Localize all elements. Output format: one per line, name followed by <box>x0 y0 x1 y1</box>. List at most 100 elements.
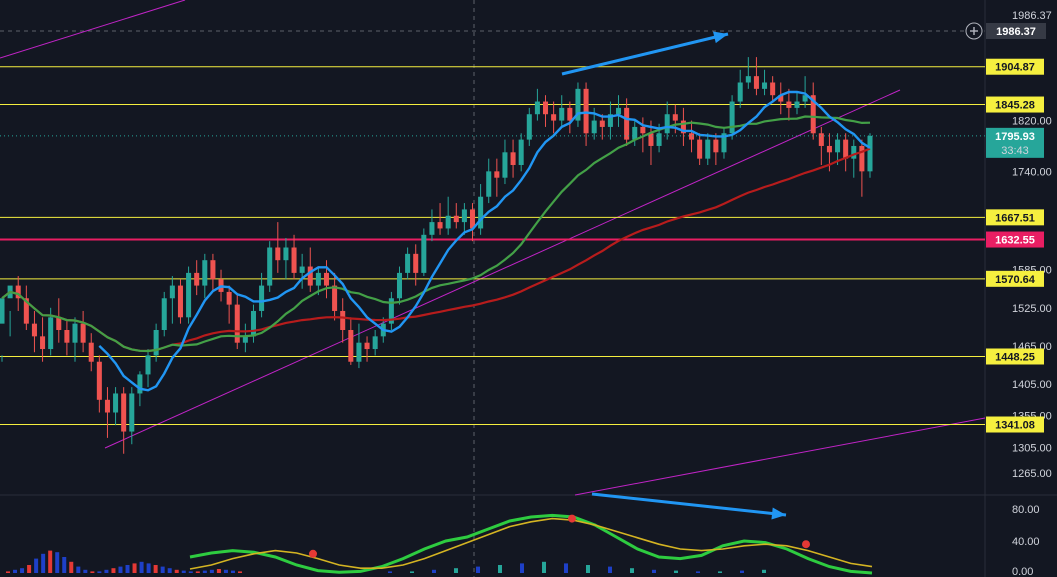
candle-body <box>405 253 411 273</box>
histogram-bar <box>740 570 744 573</box>
histogram-bar <box>586 565 590 573</box>
crossover-marker <box>568 514 576 523</box>
level-label-text: 1341.08 <box>995 420 1035 432</box>
candle-body <box>502 152 508 178</box>
countdown-text: 33:43 <box>1001 145 1029 157</box>
candle-body <box>177 285 183 318</box>
candle-body <box>729 101 735 134</box>
candle-body <box>31 323 37 337</box>
price-tick-label: 1525.00 <box>1012 303 1052 315</box>
histogram-bar <box>216 569 221 573</box>
histogram-bar <box>111 568 116 573</box>
candle-body <box>567 107 573 121</box>
histogram-bar <box>27 565 32 573</box>
candle-body <box>104 399 110 413</box>
candle-body <box>599 120 605 127</box>
candle-body <box>461 209 467 223</box>
histogram-bar <box>520 563 524 573</box>
candle-body <box>551 114 557 121</box>
histogram-bar <box>608 566 612 573</box>
crossover-marker <box>309 549 317 558</box>
histogram-bar <box>69 561 74 573</box>
last-price-text: 1795.93 <box>995 131 1035 143</box>
candle-body <box>583 88 589 134</box>
histogram-bar <box>181 570 186 573</box>
candle-body <box>713 139 719 153</box>
candle-body <box>40 336 46 350</box>
candle-body <box>486 171 492 197</box>
candle-body <box>323 272 330 286</box>
histogram-bar <box>454 568 458 573</box>
crosshair-add-icon[interactable] <box>965 22 983 40</box>
candle-body <box>526 114 532 140</box>
candle-body <box>664 114 670 134</box>
histogram-bar <box>542 561 546 573</box>
candle-body <box>672 114 678 121</box>
price-chart[interactable]: 1986.371820.001740.001585.001525.001465.… <box>0 0 1057 577</box>
histogram-bar <box>104 569 109 573</box>
candle-body <box>129 393 135 432</box>
candle-body <box>56 317 62 330</box>
histogram-bar <box>160 566 165 573</box>
candle-body <box>96 361 102 400</box>
candle-body <box>697 139 703 159</box>
candle-body <box>267 247 273 286</box>
price-tick-label: 1740.00 <box>1012 166 1052 178</box>
histogram-bar <box>696 571 700 573</box>
histogram-bar <box>476 566 480 573</box>
candle-body <box>770 82 776 96</box>
histogram-bar <box>62 557 67 573</box>
candle-body <box>259 285 265 311</box>
candle-body <box>413 253 419 273</box>
level-label-text: 1632.55 <box>995 235 1035 247</box>
candle-body <box>705 139 711 159</box>
price-tick-label: 1986.37 <box>1012 10 1052 22</box>
level-label-text: 1845.28 <box>995 100 1035 112</box>
candle-body <box>356 342 362 362</box>
histogram-bar <box>202 570 207 573</box>
histogram-bar <box>174 569 179 573</box>
histogram-bar <box>41 553 46 573</box>
oscillator-tick-label: 80.00 <box>1012 504 1040 516</box>
histogram-bar <box>48 550 53 573</box>
candle-body <box>624 107 630 140</box>
candle-body <box>542 101 549 115</box>
histogram-bar <box>55 552 60 573</box>
candle-body <box>835 139 841 153</box>
candle-body <box>299 266 305 273</box>
histogram-bar <box>223 569 228 573</box>
crosshair-price-text: 1986.37 <box>996 26 1036 38</box>
candle-body <box>64 330 70 343</box>
oscillator-tick-label: 40.00 <box>1012 536 1040 548</box>
oscillator-tick-label: 0.00 <box>1012 566 1033 577</box>
candle-body <box>250 310 256 337</box>
histogram-bar <box>76 566 81 573</box>
candle-body <box>80 323 86 343</box>
candle-body <box>818 133 824 146</box>
histogram-bar <box>388 571 392 573</box>
histogram-bar <box>630 568 634 573</box>
histogram-bar <box>13 569 18 573</box>
histogram-bar <box>97 571 102 573</box>
candle-body <box>494 171 500 178</box>
candle-body <box>429 222 435 235</box>
candle-body <box>437 222 443 229</box>
candle-body <box>656 133 662 146</box>
level-label-text: 1904.87 <box>995 62 1035 74</box>
price-tick-label: 1265.00 <box>1012 468 1052 480</box>
candle-body <box>113 393 119 413</box>
candle-body <box>632 126 638 140</box>
candle-body <box>640 126 646 134</box>
candle-body <box>421 234 427 273</box>
candle-body <box>396 272 403 299</box>
candle-body <box>88 342 94 362</box>
histogram-bar <box>188 571 193 573</box>
candle-body <box>275 247 281 261</box>
candle-body <box>826 145 832 153</box>
candle-body <box>859 145 865 172</box>
candle-body <box>372 336 378 350</box>
candle-body <box>315 272 321 286</box>
price-tick-label: 1405.00 <box>1012 379 1052 391</box>
histogram-bar <box>230 570 235 573</box>
candle-body <box>478 196 484 229</box>
